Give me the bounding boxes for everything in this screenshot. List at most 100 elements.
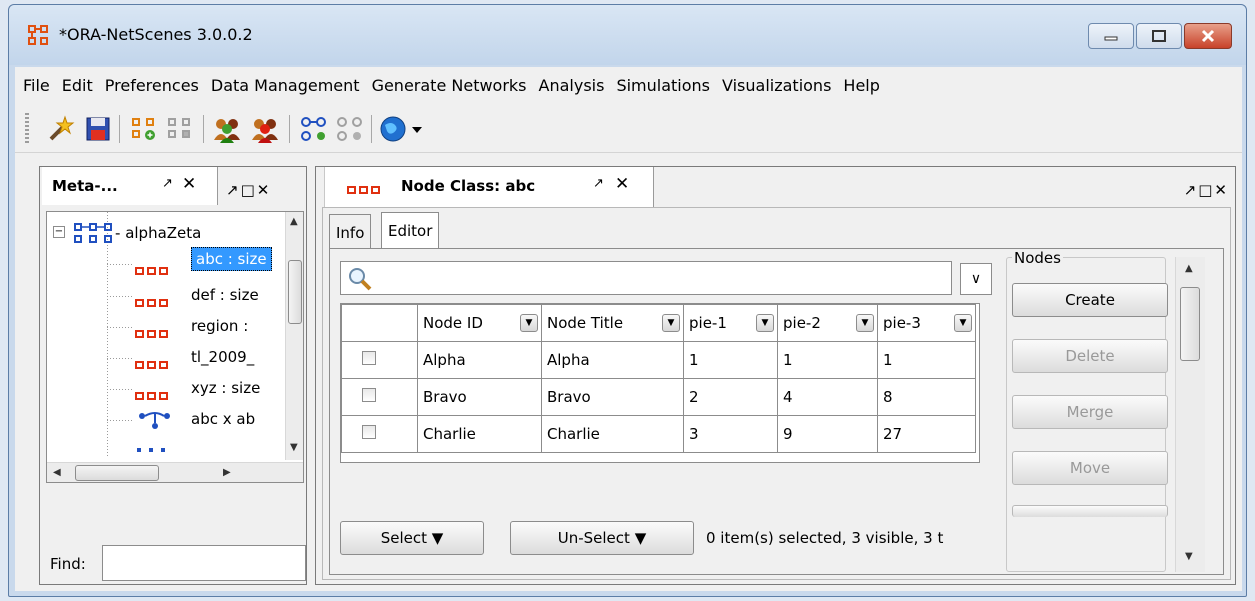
- nodes-group-label: Nodes: [1012, 249, 1063, 267]
- table-cell[interactable]: 9: [777, 415, 878, 453]
- tree-item[interactable]: abc : size: [107, 247, 285, 278]
- table-cell[interactable]: 1: [683, 341, 778, 379]
- column-header-node-id[interactable]: Node ID ▼: [417, 304, 542, 342]
- tab-meta-network[interactable]: Meta-... ↗ ✕: [42, 167, 218, 205]
- close-tab-icon[interactable]: ✕: [615, 174, 629, 194]
- column-header-node-title[interactable]: Node Title ▼: [541, 304, 684, 342]
- tab-info[interactable]: Info: [329, 214, 372, 248]
- scroll-thumb[interactable]: [75, 465, 159, 481]
- table-cell[interactable]: 2: [683, 378, 778, 416]
- column-header-pie-2[interactable]: pie-2 ▼: [777, 304, 878, 342]
- meta-network-tree[interactable]: − - alphaZeta abc: size def: size regi…: [46, 211, 304, 483]
- minimize-button[interactable]: [1088, 23, 1134, 49]
- scroll-left-icon[interactable]: ◀: [53, 467, 61, 478]
- close-tab-icon[interactable]: ✕: [182, 174, 196, 194]
- table-cell[interactable]: 4: [777, 378, 878, 416]
- select-button[interactable]: Select ▼: [340, 521, 484, 555]
- move-node-button[interactable]: Move: [1012, 451, 1168, 485]
- agents-icon[interactable]: [211, 113, 245, 145]
- menu-simulations[interactable]: Simulations: [610, 76, 716, 95]
- wand-icon[interactable]: [43, 113, 77, 145]
- globe-icon[interactable]: [377, 113, 411, 145]
- node-class-disabled-icon[interactable]: [163, 113, 197, 145]
- column-dropdown-icon[interactable]: ▼: [662, 314, 680, 332]
- node-class-icon: [135, 386, 173, 400]
- tab-node-class[interactable]: Node Class: abc ↗ ✕: [324, 167, 654, 207]
- panel-controls[interactable]: ↗□✕: [226, 181, 271, 199]
- scroll-down-icon[interactable]: ▼: [290, 442, 298, 453]
- column-header-pie-1[interactable]: pie-1 ▼: [683, 304, 778, 342]
- table-cell[interactable]: 8: [877, 378, 976, 416]
- menu-data-management[interactable]: Data Management: [205, 76, 366, 95]
- menu-visualizations[interactable]: Visualizations: [716, 76, 837, 95]
- unselect-button[interactable]: Un-Select ▼: [510, 521, 694, 555]
- maximize-button[interactable]: [1136, 23, 1182, 49]
- search-input[interactable]: [340, 261, 952, 295]
- tree-horizontal-scrollbar[interactable]: ◀ ▶: [47, 462, 303, 482]
- row-checkbox[interactable]: [362, 388, 376, 402]
- partial-button[interactable]: [1012, 505, 1168, 517]
- tree-item[interactable]: xyz : size: [107, 375, 285, 403]
- menu-help[interactable]: Help: [837, 76, 885, 95]
- pin-icon[interactable]: ↗: [162, 176, 173, 191]
- pin-icon[interactable]: ↗: [593, 176, 604, 191]
- table-cell[interactable]: 1: [777, 341, 878, 379]
- menu-edit[interactable]: Edit: [56, 76, 99, 95]
- dropdown-arrow-icon[interactable]: [409, 113, 425, 145]
- scroll-up-icon[interactable]: ▲: [1185, 263, 1193, 274]
- row-checkbox[interactable]: [362, 425, 376, 439]
- scroll-right-icon[interactable]: ▶: [223, 467, 231, 478]
- tree-vertical-scrollbar[interactable]: ▲ ▼: [285, 212, 303, 460]
- row-checkbox[interactable]: [362, 351, 376, 365]
- table-row[interactable]: Charlie Charlie 3 9 27: [341, 415, 976, 453]
- find-input[interactable]: [102, 545, 306, 581]
- tree-root[interactable]: − - alphaZeta: [53, 220, 283, 248]
- table-cell[interactable]: 1: [877, 341, 976, 379]
- tree-item[interactable]: region :: [107, 313, 285, 341]
- tree-item[interactable]: def : size: [107, 282, 285, 310]
- scroll-thumb[interactable]: [288, 260, 302, 324]
- actions-vertical-scrollbar[interactable]: ▲ ▼: [1175, 257, 1205, 572]
- create-node-button[interactable]: Create: [1012, 283, 1168, 317]
- merge-node-button[interactable]: Merge: [1012, 395, 1168, 429]
- tree-item[interactable]: abc x ab: [107, 406, 285, 434]
- table-cell[interactable]: Alpha: [417, 341, 542, 379]
- scroll-up-icon[interactable]: ▲: [290, 216, 298, 227]
- scroll-thumb[interactable]: [1180, 287, 1200, 361]
- node-class-icon[interactable]: [127, 113, 161, 145]
- network-disabled-icon[interactable]: [333, 113, 367, 145]
- scroll-down-icon[interactable]: ▼: [1185, 551, 1193, 562]
- table-cell[interactable]: Bravo: [541, 378, 684, 416]
- menu-analysis[interactable]: Analysis: [533, 76, 611, 95]
- column-dropdown-icon[interactable]: ▼: [954, 314, 972, 332]
- menu-generate-networks[interactable]: Generate Networks: [366, 76, 533, 95]
- delete-node-button[interactable]: Delete: [1012, 339, 1168, 373]
- close-button[interactable]: [1184, 23, 1232, 49]
- selection-status: 0 item(s) selected, 3 visible, 3 t: [706, 529, 944, 547]
- menu-file[interactable]: File: [17, 76, 56, 95]
- network-icon[interactable]: [297, 113, 331, 145]
- panel-controls[interactable]: ↗□✕: [1184, 181, 1229, 199]
- table-cell[interactable]: Bravo: [417, 378, 542, 416]
- column-dropdown-icon[interactable]: ▼: [756, 314, 774, 332]
- table-cell[interactable]: Alpha: [541, 341, 684, 379]
- tree-item[interactable]: tl_2009_: [107, 344, 285, 372]
- toolbar-grip[interactable]: [25, 113, 29, 143]
- column-header-pie-3[interactable]: pie-3 ▼: [877, 304, 976, 342]
- row-checkbox-cell: [341, 415, 418, 453]
- table-cell[interactable]: 27: [877, 415, 976, 453]
- save-icon[interactable]: [81, 113, 115, 145]
- table-row[interactable]: Bravo Bravo 2 4 8: [341, 378, 976, 416]
- agents-red-icon[interactable]: [249, 113, 283, 145]
- collapse-icon[interactable]: −: [53, 226, 65, 238]
- tab-editor[interactable]: Editor: [381, 212, 440, 248]
- table-cell[interactable]: Charlie: [417, 415, 542, 453]
- table-row[interactable]: Alpha Alpha 1 1 1: [341, 341, 976, 379]
- column-dropdown-icon[interactable]: ▼: [520, 314, 538, 332]
- expand-filter-button[interactable]: ∨: [960, 263, 992, 295]
- menu-preferences[interactable]: Preferences: [99, 76, 205, 95]
- title-bar[interactable]: *ORA-NetScenes 3.0.0.2: [9, 5, 1246, 65]
- table-cell[interactable]: Charlie: [541, 415, 684, 453]
- table-cell[interactable]: 3: [683, 415, 778, 453]
- column-dropdown-icon[interactable]: ▼: [856, 314, 874, 332]
